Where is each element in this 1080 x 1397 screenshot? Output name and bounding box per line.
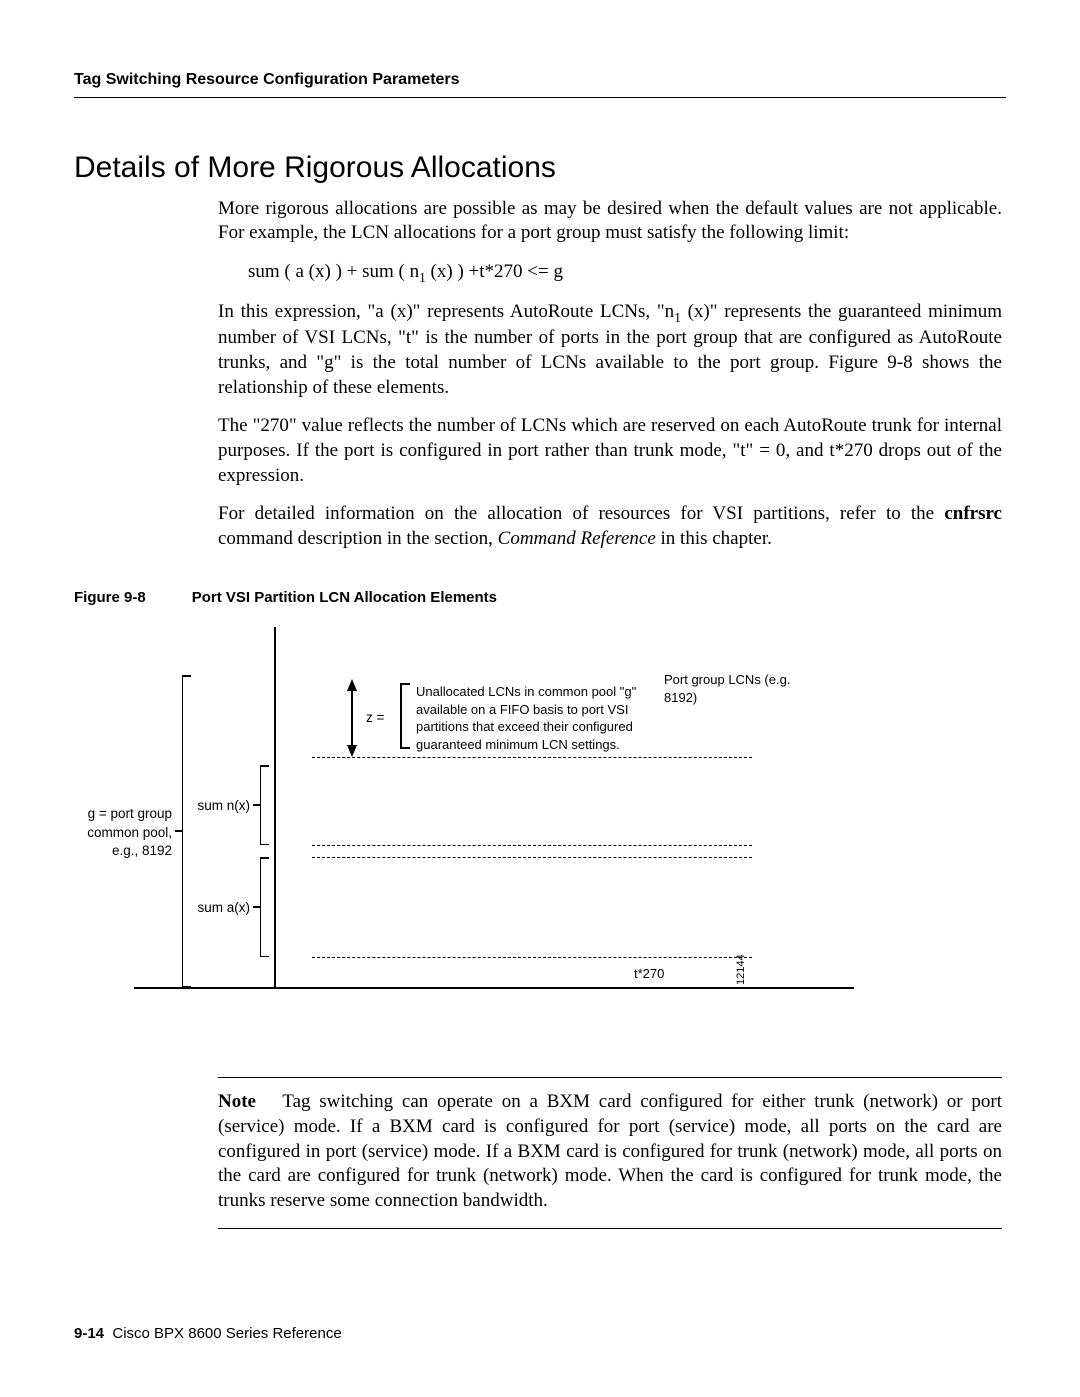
note-block: Note Tag switching can operate on a BXM …: [218, 1077, 1002, 1228]
label-port-group: Port group LCNs (e.g. 8192): [664, 671, 804, 706]
formula-line: sum ( a (x) ) + sum ( n1 (x) ) +t*270 <=…: [248, 260, 1002, 286]
reference-paragraph: For detailed information on the allocati…: [218, 502, 1002, 551]
section-title: Details of More Rigorous Allocations: [74, 148, 1006, 187]
explanation-paragraph: In this expression, "a (x)" represents A…: [218, 300, 1002, 400]
label-sum-a: sum a(x): [184, 899, 250, 917]
intro-paragraph: More rigorous allocations are possible a…: [218, 197, 1002, 246]
running-header: Tag Switching Resource Configuration Par…: [74, 70, 1006, 98]
value-paragraph: The "270" value reflects the number of L…: [218, 414, 1002, 488]
label-z: z =: [366, 709, 396, 727]
figure-caption: Figure 9-8Port VSI Partition LCN Allocat…: [74, 588, 1006, 608]
page-footer: 9-14 Cisco BPX 8600 Series Reference: [74, 1324, 342, 1344]
label-g: g = port group common pool, e.g., 8192: [60, 805, 172, 860]
figure-id: 12144: [734, 955, 748, 986]
label-unallocated: Unallocated LCNs in common pool "g" avai…: [416, 683, 656, 753]
figure-diagram: g = port group common pool, e.g., 8192 s…: [74, 627, 1006, 1007]
label-sum-n: sum n(x): [184, 797, 250, 815]
label-t270: t*270: [634, 965, 694, 983]
